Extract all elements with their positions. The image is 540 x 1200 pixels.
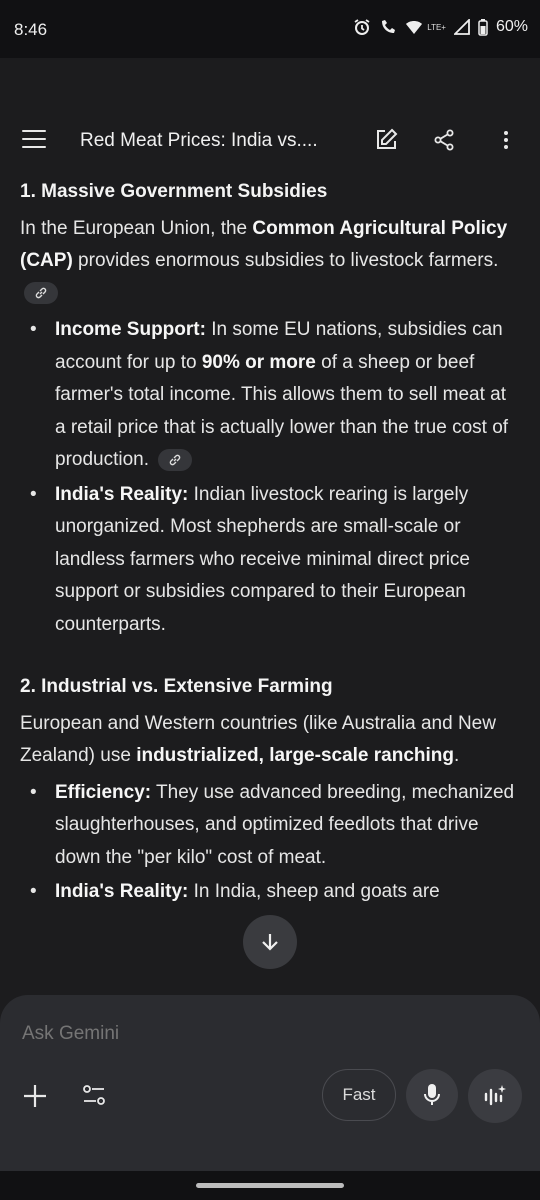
intro-text: .	[454, 745, 460, 766]
status-time: 8:46	[14, 20, 48, 39]
section-heading: 1. Massive Government Subsidies	[20, 181, 328, 202]
microphone-button[interactable]	[406, 1069, 458, 1121]
signal-icon	[453, 19, 470, 35]
share-icon[interactable]	[432, 128, 456, 152]
intro-text: provides enormous subsidies to livestock…	[72, 250, 499, 271]
intro-bold-text: industrialized, large-scale ranching	[136, 745, 455, 766]
chat-title[interactable]: Red Meat Prices: India vs....	[80, 130, 318, 152]
microphone-icon	[424, 1084, 440, 1105]
intro-text: In the European Union, the	[20, 217, 253, 239]
scroll-to-bottom-button[interactable]	[243, 915, 297, 969]
bullet-bold-text: 90% or more	[201, 351, 316, 373]
home-gesture-handle[interactable]	[196, 1183, 344, 1188]
network-type: LTE+	[427, 22, 446, 32]
status-bar: 8:46 LTE+ 60%	[0, 0, 540, 58]
gemini-live-button[interactable]	[468, 1069, 522, 1123]
arrow-down-icon	[262, 934, 278, 951]
list-item: Efficiency: They use advanced breeding, …	[20, 777, 520, 875]
bullet-label: Efficiency:	[55, 781, 152, 803]
bullet-list: Income Support: In some EU nations, subs…	[20, 314, 520, 641]
ask-gemini-input[interactable]	[22, 1023, 512, 1045]
source-link-chip[interactable]	[158, 448, 193, 471]
live-waveform-icon	[484, 1085, 506, 1106]
link-icon	[170, 454, 181, 466]
battery-level: 60%	[495, 18, 528, 35]
section-heading: 2. Industrial vs. Extensive Farming	[20, 676, 333, 697]
response-content[interactable]: 1. Massive Government Subsidies In the E…	[20, 170, 520, 998]
list-item: India's Reality: In India, sheep and goa…	[20, 876, 520, 909]
tools-icon[interactable]	[80, 1081, 108, 1109]
bullet-text: In India, sheep and goats are	[188, 881, 440, 902]
new-chat-edit-icon[interactable]	[374, 128, 398, 152]
source-link-chip[interactable]	[24, 282, 58, 305]
list-item: India's Reality: Indian livestock rearin…	[20, 479, 520, 642]
model-mode-button[interactable]: Fast	[322, 1069, 396, 1121]
bullet-label: India's Reality:	[55, 483, 189, 505]
composer-panel: Fast	[0, 995, 540, 1171]
alarm-icon	[354, 19, 370, 35]
app-bar: Red Meat Prices: India vs....	[0, 110, 540, 170]
add-attachment-icon[interactable]	[22, 1083, 48, 1109]
bullet-label: Income Support:	[55, 319, 206, 340]
bullet-label: India's Reality:	[55, 881, 189, 902]
wifi-call-icon	[382, 20, 396, 33]
wifi-icon	[406, 21, 423, 34]
more-options-icon[interactable]	[494, 128, 518, 152]
bullet-list: Efficiency: They use advanced breeding, …	[20, 777, 520, 909]
link-icon	[35, 288, 47, 299]
navigation-bar	[0, 1171, 540, 1200]
menu-icon[interactable]	[22, 130, 48, 150]
battery-icon	[478, 18, 488, 36]
list-item: Income Support: In some EU nations, subs…	[20, 314, 520, 477]
bullet-text: Indian livestock rearing is largely unor…	[55, 483, 470, 635]
section-intro: In the European Union, the Common Agricu…	[20, 213, 520, 311]
status-icons: LTE+ 60%	[353, 18, 528, 36]
section-intro: European and Western countries (like Aus…	[20, 708, 520, 773]
